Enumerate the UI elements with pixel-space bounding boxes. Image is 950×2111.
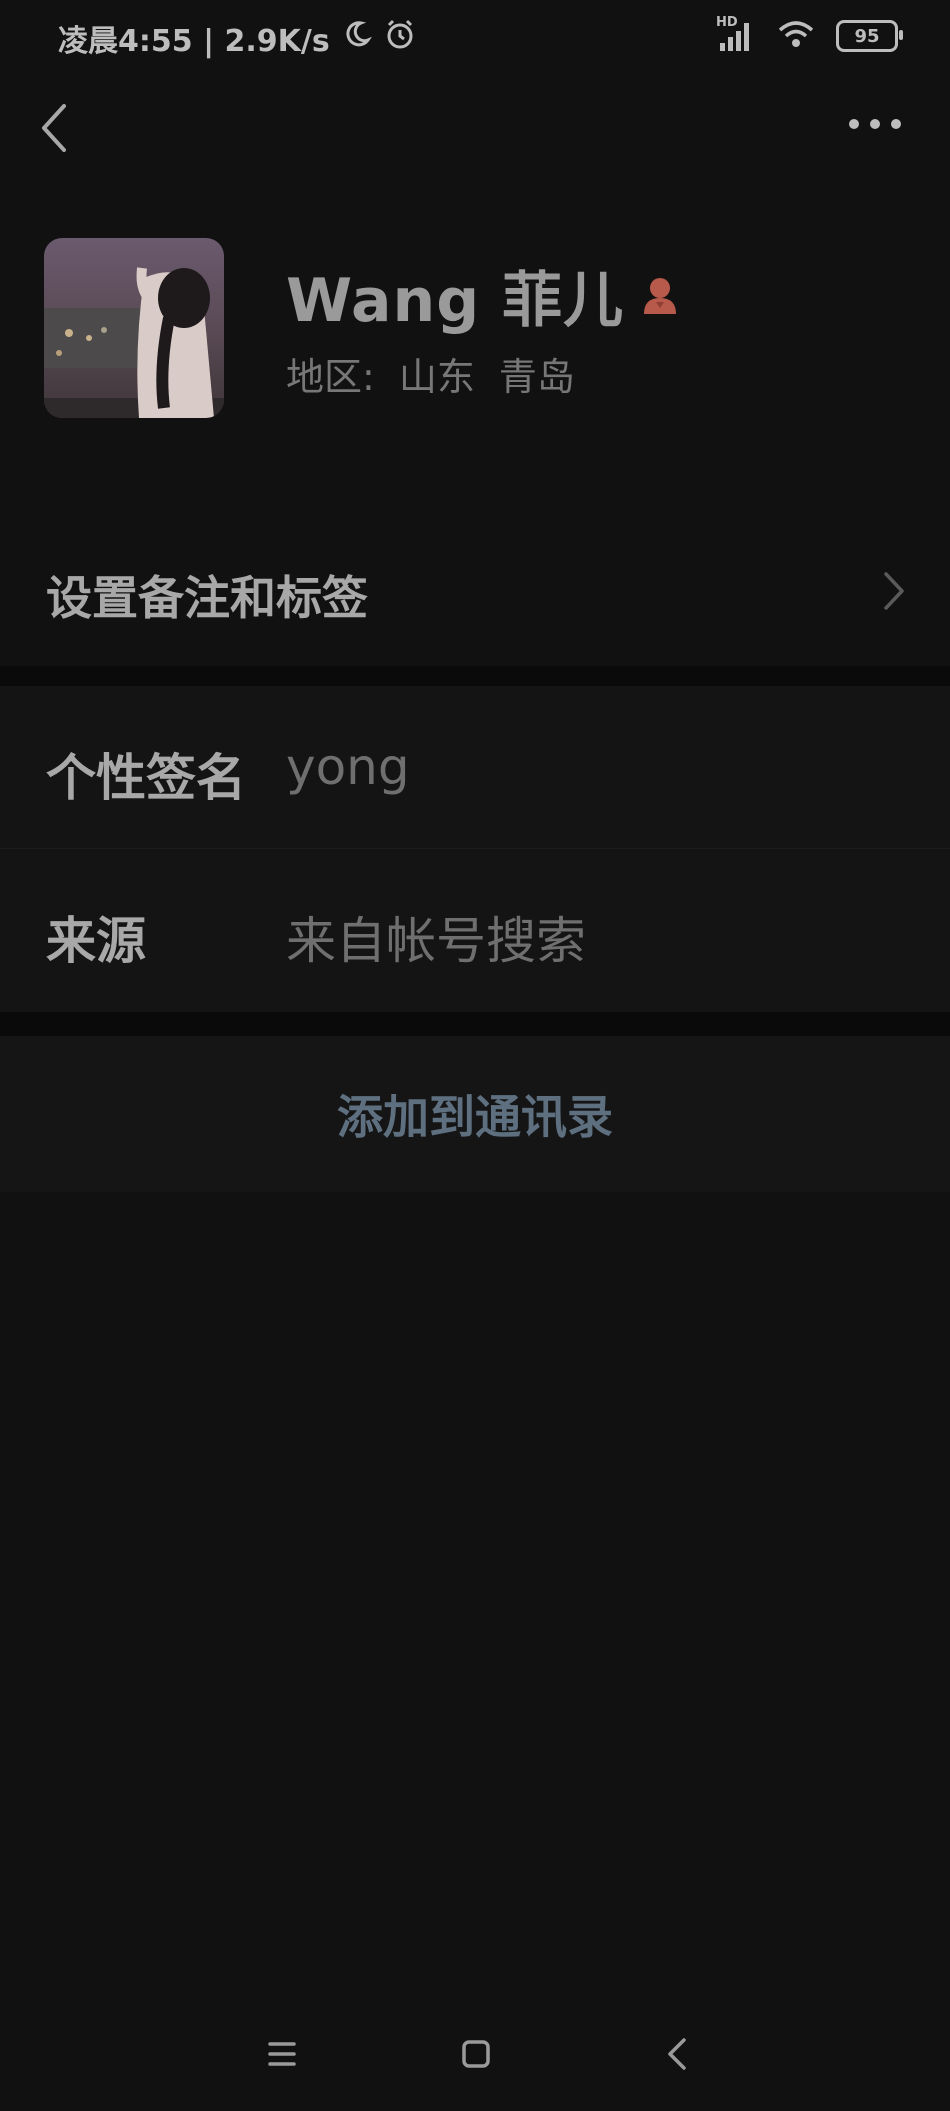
female-icon — [638, 272, 682, 320]
section-divider — [0, 666, 950, 686]
signature-label: 个性签名 — [46, 749, 246, 807]
source-row: 来源 来自帐号搜索 — [0, 849, 950, 1011]
source-label: 来源 — [46, 912, 146, 970]
moon-icon — [342, 19, 372, 57]
menu-icon — [268, 2042, 296, 2066]
nav-back-button[interactable] — [654, 2030, 702, 2078]
status-left: 凌晨4:55 | 2.9K/s — [58, 16, 416, 60]
profile-header: Wang 菲儿 地区: 山东 青岛 — [0, 238, 950, 418]
battery-indicator: 95 — [836, 20, 903, 52]
more-dots-icon — [849, 119, 901, 129]
avatar[interactable] — [44, 238, 224, 418]
region-label: 地区: — [286, 355, 375, 399]
status-right: HD 95 — [716, 15, 903, 54]
status-bar: 凌晨4:55 | 2.9K/s HD 95 — [0, 0, 950, 74]
system-nav-bar — [0, 2020, 950, 2090]
nav-home-button[interactable] — [452, 2030, 500, 2078]
source-value: 来自帐号搜索 — [286, 912, 586, 970]
name-row: Wang 菲儿 — [286, 252, 682, 339]
remark-tags-row[interactable]: 设置备注和标签 — [0, 516, 950, 666]
home-icon — [462, 2040, 490, 2068]
chevron-left-icon — [42, 104, 66, 152]
signature-value: yong — [286, 738, 410, 796]
region-city: 青岛 — [498, 355, 575, 399]
region-province: 山东 — [398, 355, 475, 399]
more-options-button[interactable] — [846, 110, 904, 138]
wifi-icon — [776, 18, 816, 54]
section-divider — [0, 1012, 950, 1036]
contact-profile-page: 凌晨4:55 | 2.9K/s HD 95 Wang 菲儿 地区: 山东 青岛 … — [0, 0, 950, 2111]
add-to-contacts-label: 添加到通讯录 — [337, 1090, 613, 1144]
nav-menu-button[interactable] — [258, 2030, 306, 2078]
chevron-right-icon — [880, 566, 910, 616]
back-icon — [668, 2038, 686, 2070]
region-row: 地区: 山东 青岛 — [286, 346, 575, 401]
signature-row: 个性签名 yong — [0, 686, 950, 849]
status-time: 凌晨4:55 | 2.9K/s — [58, 24, 330, 59]
avatar-photo — [44, 238, 224, 418]
battery-level: 95 — [854, 25, 880, 47]
title-bar — [0, 96, 950, 160]
back-button[interactable] — [34, 102, 78, 154]
remark-tags-label: 设置备注和标签 — [46, 571, 368, 625]
info-section: 个性签名 yong 来源 来自帐号搜索 — [0, 686, 950, 1012]
add-to-contacts-button[interactable]: 添加到通讯录 — [0, 1036, 950, 1192]
signal-icon: HD — [716, 15, 756, 53]
alarm-icon — [384, 18, 416, 58]
contact-name: Wang 菲儿 — [286, 266, 625, 336]
